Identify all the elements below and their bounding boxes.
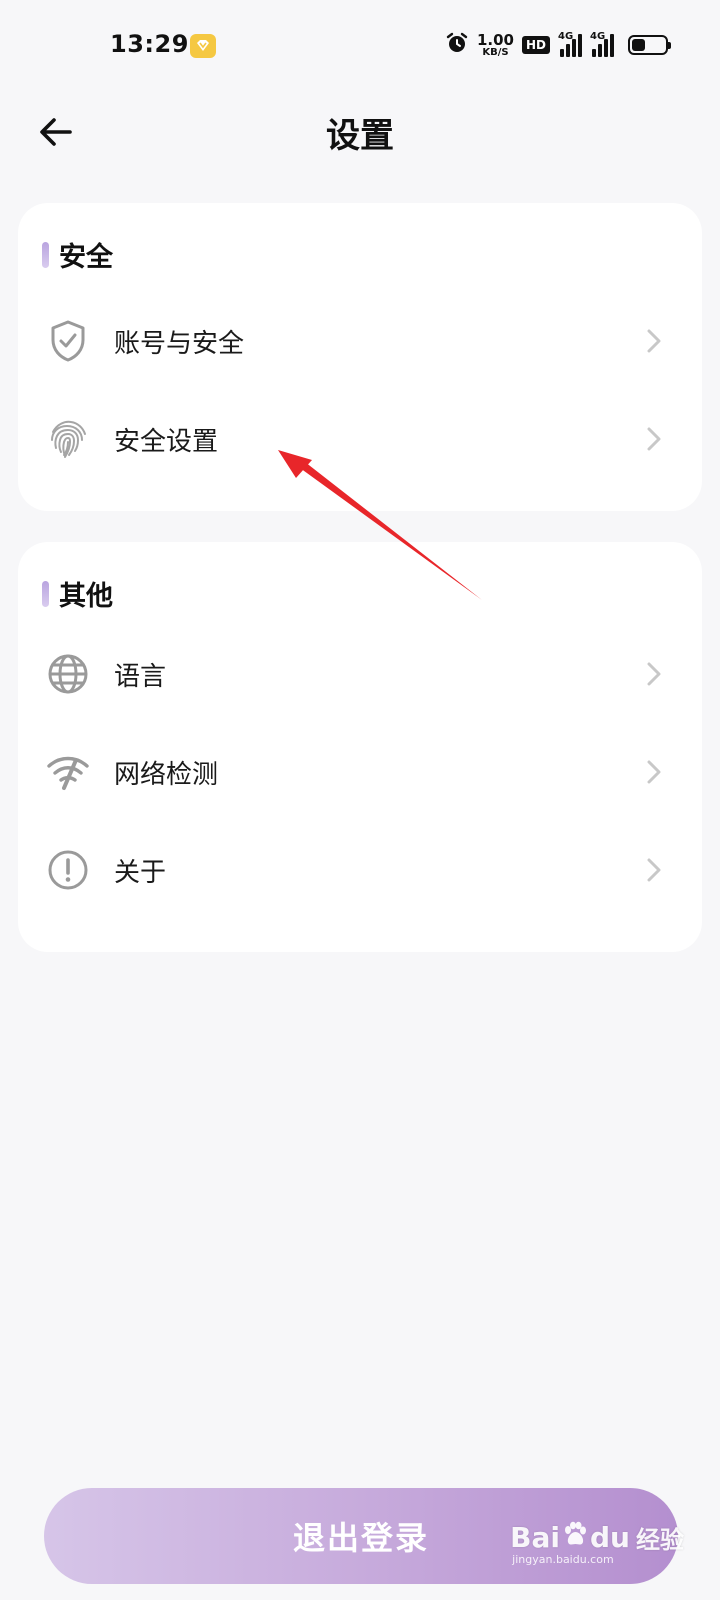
app-header: 设置 bbox=[0, 92, 720, 172]
settings-item-security-settings[interactable]: 安全设置 bbox=[18, 389, 702, 489]
sim1-network-type: 4G bbox=[558, 31, 574, 42]
signal-sim2-icon: 4G bbox=[590, 31, 614, 57]
chevron-right-icon bbox=[644, 327, 664, 355]
section-title-other: 其他 bbox=[59, 581, 113, 612]
logout-label: 退出登录 bbox=[292, 1519, 429, 1557]
battery-icon bbox=[628, 35, 671, 55]
fingerprint-icon bbox=[46, 417, 90, 461]
settings-item-network-check[interactable]: 网络检测 bbox=[18, 722, 702, 822]
section-accent-bar bbox=[42, 241, 49, 268]
settings-item-account-security[interactable]: 账号与安全 bbox=[18, 291, 702, 391]
section-title-security: 安全 bbox=[59, 242, 113, 273]
settings-item-label: 安全设置 bbox=[114, 426, 219, 457]
signal-sim1-icon: 4G bbox=[558, 31, 582, 57]
security-section-card: 安全 账号与安全 安全设置 bbox=[18, 203, 702, 511]
chevron-right-icon bbox=[644, 856, 664, 884]
logout-button[interactable]: 退出登录 bbox=[44, 1488, 678, 1584]
other-section-card: 其他 语言 网络检测 关于 bbox=[18, 542, 702, 952]
settings-item-about[interactable]: 关于 bbox=[18, 820, 702, 920]
notification-app-icon bbox=[190, 34, 216, 58]
settings-item-label: 账号与安全 bbox=[114, 328, 245, 359]
chevron-right-icon bbox=[644, 758, 664, 786]
battery-level bbox=[632, 39, 645, 51]
status-indicators: 1.00 KB/S HD 4G 4G bbox=[445, 30, 671, 60]
network-speed-value: 1.00 bbox=[476, 30, 514, 49]
section-accent-bar bbox=[42, 580, 49, 607]
status-bar: 13:29 1.00 KB/S HD 4G 4G bbox=[0, 0, 720, 92]
settings-item-label: 关于 bbox=[114, 857, 167, 888]
settings-screen: 13:29 1.00 KB/S HD 4G 4G 设置 安全 账号与安全 安全设… bbox=[0, 0, 720, 1600]
network-speed-unit: KB/S bbox=[482, 46, 509, 58]
settings-item-label: 网络检测 bbox=[114, 759, 219, 790]
network-speed: 1.00 KB/S bbox=[476, 30, 514, 58]
globe-icon bbox=[46, 652, 90, 696]
shield-check-icon bbox=[46, 319, 90, 363]
page-title: 设置 bbox=[326, 116, 394, 156]
chevron-right-icon bbox=[644, 660, 664, 688]
sim2-network-type: 4G bbox=[590, 31, 606, 42]
info-exclamation-icon bbox=[46, 848, 90, 892]
alarm-icon bbox=[445, 31, 469, 59]
section-header-other: 其他 bbox=[42, 574, 113, 613]
settings-item-label: 语言 bbox=[114, 661, 167, 692]
hd-voice-badge: HD bbox=[521, 36, 550, 54]
status-time: 13:29 bbox=[110, 30, 189, 58]
section-header-security: 安全 bbox=[42, 235, 113, 274]
wifi-signal-icon bbox=[46, 750, 90, 794]
chevron-right-icon bbox=[644, 425, 664, 453]
settings-item-language[interactable]: 语言 bbox=[18, 624, 702, 724]
